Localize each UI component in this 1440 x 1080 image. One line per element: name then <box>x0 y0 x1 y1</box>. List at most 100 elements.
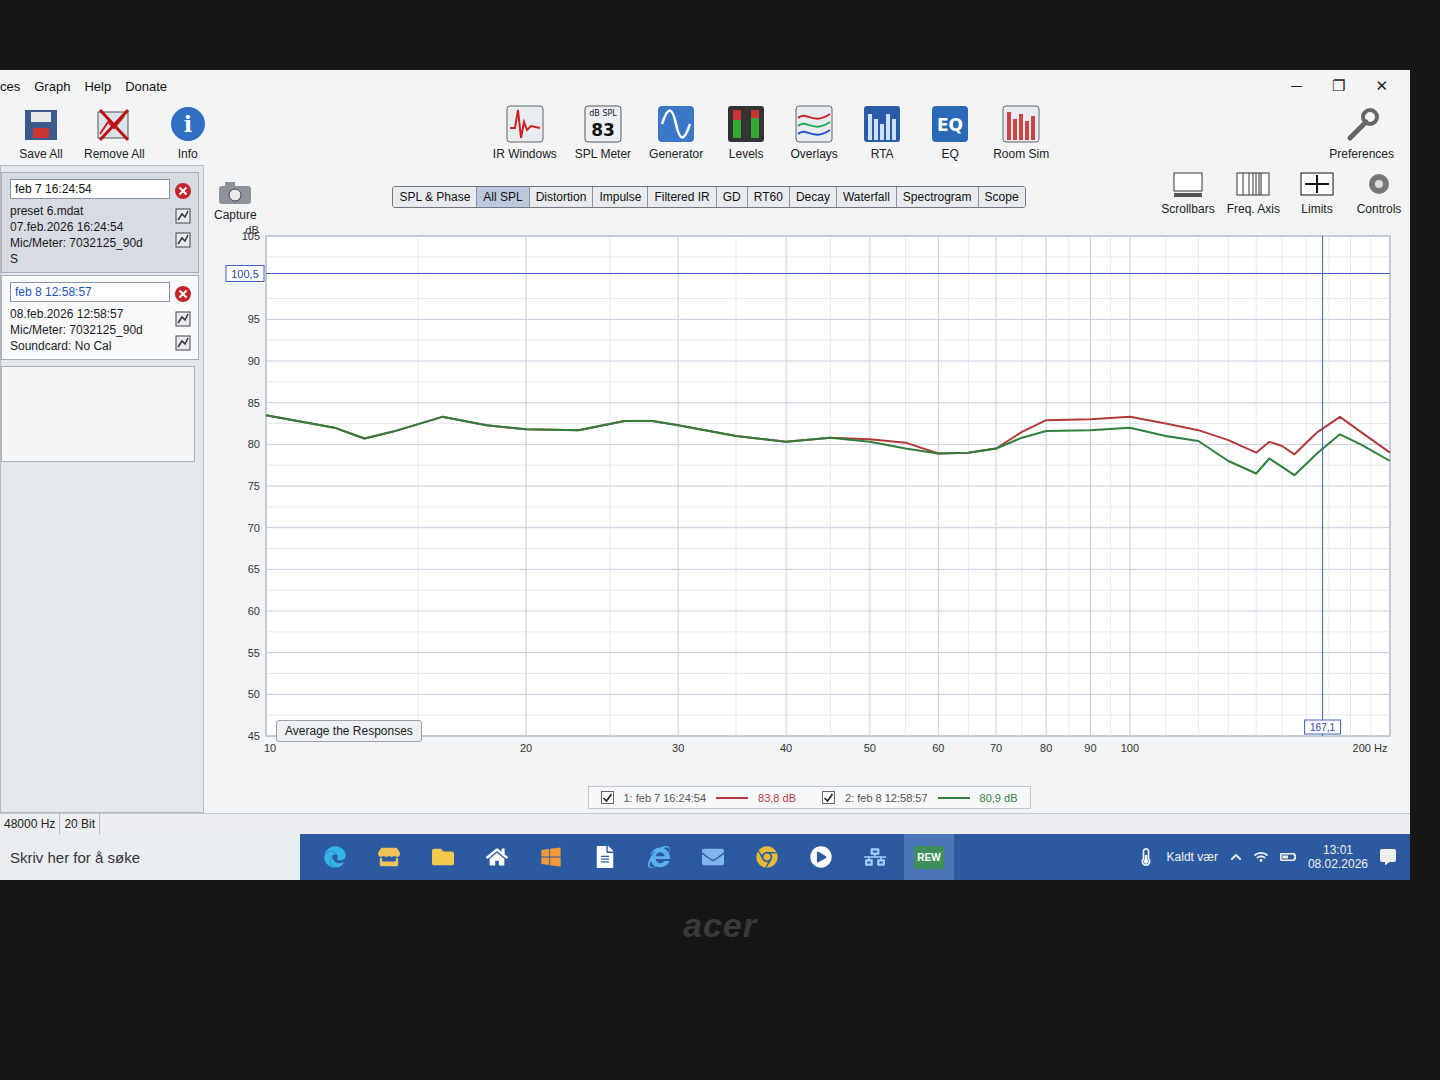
grid-line <box>266 402 1390 403</box>
legend-item[interactable]: 2: feb 8 12:58:5780,9 dB <box>822 791 1018 804</box>
y-axis-label: dB <box>245 224 258 236</box>
graph-tab[interactable]: Waterfall <box>837 187 897 207</box>
menu-item[interactable]: Donate <box>125 79 167 94</box>
graph-control-button[interactable]: Scrollbars <box>1161 169 1214 216</box>
graph-tab[interactable]: Impulse <box>593 187 648 207</box>
preferences-button[interactable]: Preferences <box>1329 104 1394 161</box>
graph-icon[interactable] <box>175 311 191 327</box>
grid-line <box>266 340 1390 341</box>
edit-icon[interactable] <box>175 232 191 248</box>
legend-item[interactable]: 1: feb 7 16:24:5483,8 dB <box>601 791 797 804</box>
mail-icon <box>702 846 724 868</box>
grid-line <box>266 319 1390 320</box>
toolbar-button[interactable]: Generator <box>649 104 703 161</box>
edge-icon <box>324 846 346 868</box>
grid-line <box>266 527 1390 528</box>
grid-line <box>266 465 1390 466</box>
clock[interactable]: 13:0108.02.2026 <box>1308 843 1368 871</box>
spl-chart[interactable]: 102030405060708090100200 Hz1059590858075… <box>214 222 1404 782</box>
menu-item[interactable]: Help <box>84 79 111 94</box>
window-control-button[interactable]: ─ <box>1291 77 1302 95</box>
plot-area <box>266 236 1390 736</box>
thermometer-icon <box>1137 848 1155 866</box>
measurement-card[interactable]: feb 7 16:24:54preset 6.mdat07.feb.2026 1… <box>1 172 199 273</box>
taskbar-app[interactable] <box>850 834 900 880</box>
taskbar-app[interactable] <box>688 834 738 880</box>
legend-checkbox[interactable] <box>601 791 614 804</box>
toolbar-button[interactable]: Save All <box>16 104 66 161</box>
taskbar-app[interactable] <box>796 834 846 880</box>
measurement-panel: feb 7 16:24:54preset 6.mdat07.feb.2026 1… <box>0 165 204 813</box>
edit-icon[interactable] <box>175 335 191 351</box>
y-tick-label: 85 <box>248 397 260 409</box>
menu-item[interactable]: Graph <box>34 79 70 94</box>
graph-control-button[interactable]: Freq. Axis <box>1227 169 1280 216</box>
taskbar-app[interactable] <box>472 834 522 880</box>
x-tick-label: 70 <box>990 742 1002 754</box>
y-tick-label: 70 <box>248 522 260 534</box>
graph-tab[interactable]: SPL & Phase <box>393 187 477 207</box>
cursor-horizontal[interactable] <box>266 273 1390 274</box>
taskbar-app[interactable] <box>310 834 360 880</box>
toolbar-button[interactable]: Levels <box>721 104 771 161</box>
graph-icon[interactable] <box>175 208 191 224</box>
chrome-icon <box>756 846 778 868</box>
check-icon <box>823 792 834 803</box>
window-controls: ─ ❐ ✕ <box>1291 77 1402 95</box>
taskbar-app[interactable] <box>742 834 792 880</box>
x-tick-label: 60 <box>932 742 944 754</box>
grid-line <box>266 236 1390 237</box>
toolbar-button[interactable]: IR Windows <box>493 104 557 161</box>
delete-icon[interactable] <box>174 285 192 303</box>
toolbar-button[interactable]: Room Sim <box>993 104 1049 161</box>
graph-tab[interactable]: GD <box>717 187 748 207</box>
graph-tab[interactable]: Spectrogram <box>897 187 979 207</box>
capture-button[interactable]: Capture <box>214 180 257 222</box>
graph-tab[interactable]: Decay <box>790 187 837 207</box>
taskbar-app[interactable] <box>418 834 468 880</box>
toolbar-button[interactable]: Overlays <box>789 104 839 161</box>
graph-area: Capture SPL & PhaseAll SPLDistortionImpul… <box>204 165 1412 813</box>
graph-tab[interactable]: All SPL <box>477 187 529 207</box>
notification-icon[interactable] <box>1380 849 1396 865</box>
wifi-icon[interactable] <box>1254 850 1268 864</box>
average-button[interactable]: Average the Responses <box>276 720 422 742</box>
toolbar-button[interactable]: iInfo <box>163 104 213 161</box>
x-tick-label: 20 <box>520 742 532 754</box>
taskbar-app[interactable]: REW <box>904 834 954 880</box>
graph-tab[interactable]: RT60 <box>748 187 790 207</box>
chevron-up-icon[interactable] <box>1230 851 1242 863</box>
toolbar-button[interactable]: EQEQ <box>925 104 975 161</box>
battery-icon[interactable] <box>1280 849 1296 865</box>
toolbar-button[interactable]: RTA <box>857 104 907 161</box>
y-tick-label: 90 <box>248 355 260 367</box>
graph-control-button[interactable]: Limits <box>1292 169 1342 216</box>
window-control-button[interactable]: ❐ <box>1332 77 1345 95</box>
menu-item[interactable]: ces <box>0 79 20 94</box>
measurement-card[interactable]: feb 8 12:58:5708.feb.2026 12:58:57Mic/Me… <box>1 275 199 360</box>
taskbar-search[interactable]: Skriv her for å søke <box>0 834 300 880</box>
taskbar-app[interactable] <box>634 834 684 880</box>
graph-control-button[interactable]: Controls <box>1354 169 1404 216</box>
graph-tab[interactable]: Distortion <box>530 187 594 207</box>
grid-line <box>266 631 1390 632</box>
legend-checkbox[interactable] <box>822 791 835 804</box>
eq-icon: EQ <box>930 104 970 144</box>
taskbar-app[interactable] <box>364 834 414 880</box>
x-tick-label: 50 <box>864 742 876 754</box>
cursor-vertical[interactable] <box>1322 236 1323 736</box>
taskbar-app[interactable] <box>526 834 576 880</box>
weather-text[interactable]: Kaldt vær <box>1167 850 1218 864</box>
y-tick-label: 50 <box>248 688 260 700</box>
graph-tab[interactable]: Scope <box>979 187 1025 207</box>
measurement-name-field[interactable]: feb 8 12:58:57 <box>10 282 170 302</box>
x-tick-label: 200 Hz <box>1353 742 1388 754</box>
grid-line <box>266 361 1390 362</box>
measurement-name-field[interactable]: feb 7 16:24:54 <box>10 179 170 199</box>
taskbar-app[interactable] <box>580 834 630 880</box>
graph-tab[interactable]: Filtered IR <box>648 187 716 207</box>
toolbar-button[interactable]: dB SPL83SPL Meter <box>575 104 631 161</box>
toolbar-button[interactable]: Remove All <box>84 104 145 161</box>
delete-icon[interactable] <box>174 182 192 200</box>
window-control-button[interactable]: ✕ <box>1375 77 1388 95</box>
